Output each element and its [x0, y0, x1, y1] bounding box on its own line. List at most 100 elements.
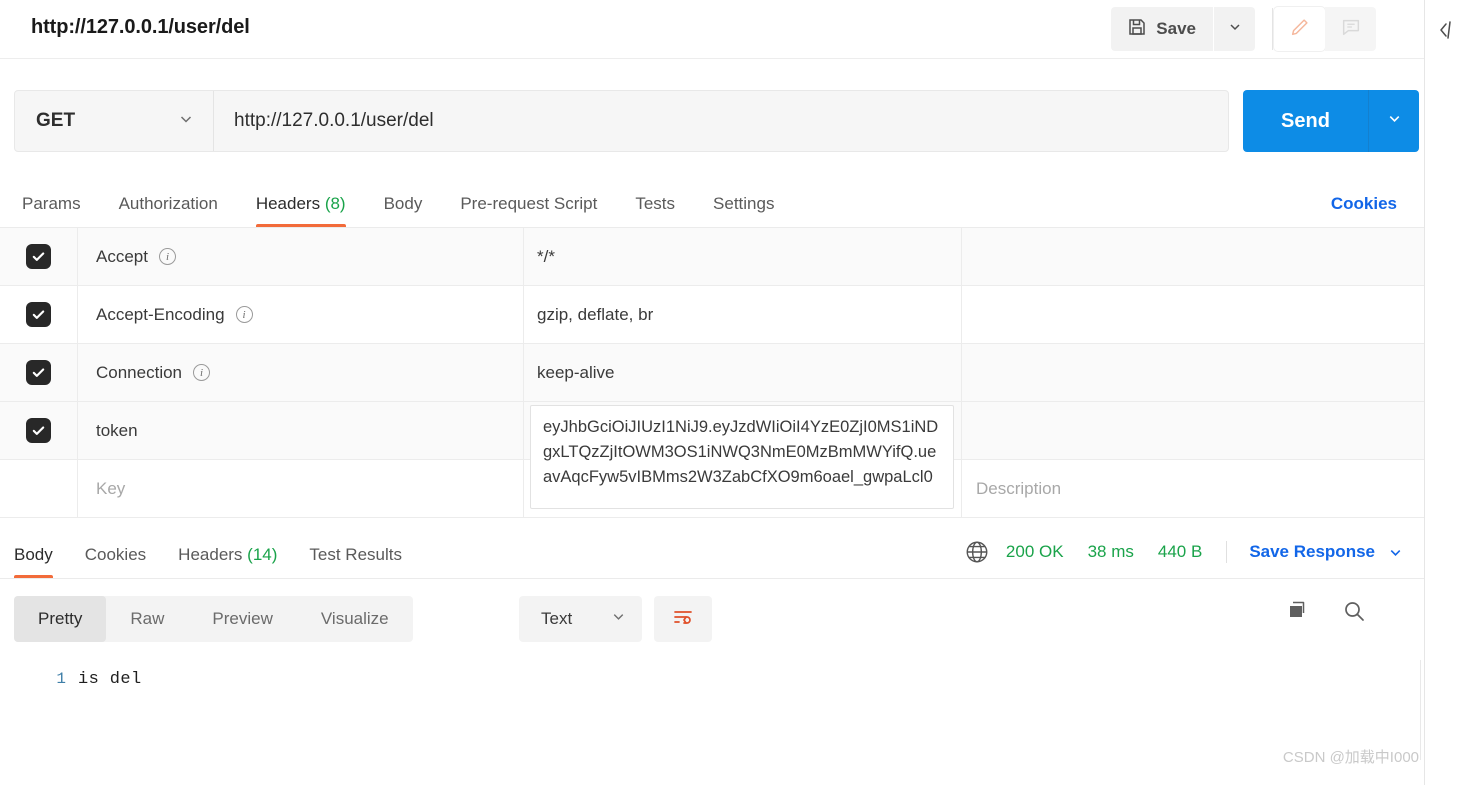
tab-label: Body	[383, 194, 423, 213]
info-icon[interactable]: i	[193, 364, 211, 381]
row-checkbox-cell	[0, 402, 78, 459]
tab-count: (14)	[247, 545, 278, 564]
headers-table: Accept i */* Accept-Encoding i gzip, def…	[0, 228, 1424, 522]
body-view-switcher: Pretty Raw Preview Visualize	[14, 596, 413, 642]
header-value-cell[interactable]: eyJhbGciOiJIUzI1NiJ9.eyJzdWIiOiI4YzE0ZjI…	[524, 402, 962, 509]
body-tools	[1281, 596, 1371, 630]
response-body-viewer[interactable]: 1 is del	[0, 659, 1424, 785]
view-pretty-button[interactable]: Pretty	[14, 596, 107, 642]
header-description-cell[interactable]	[962, 344, 1424, 401]
tab-label: Headers	[178, 545, 243, 564]
status-badge: 200 OK	[1005, 542, 1064, 561]
line-content: is del	[78, 670, 142, 689]
header-description-cell[interactable]	[962, 286, 1424, 343]
header-description-cell[interactable]	[962, 402, 1424, 459]
copy-button[interactable]	[1281, 596, 1315, 630]
tab-pre-request-script[interactable]: Pre-request Script	[441, 194, 616, 227]
header-key-cell[interactable]: Accept i	[78, 228, 524, 285]
new-header-description-cell[interactable]: Description	[962, 460, 1424, 517]
http-method-select[interactable]: GET	[15, 91, 214, 151]
code-line: 1 is del	[0, 659, 1424, 689]
globe-icon[interactable]	[962, 537, 992, 567]
floppy-disk-icon	[1127, 17, 1147, 42]
tab-label: Authorization	[118, 194, 218, 213]
header-value-cell[interactable]: gzip, deflate, br	[524, 286, 962, 343]
url-input[interactable]	[214, 91, 1228, 151]
comments-button[interactable]	[1325, 7, 1376, 51]
url-row: GET Send	[0, 59, 1424, 176]
tab-response-body[interactable]: Body	[0, 545, 69, 578]
watermark: CSDN @加载中I000	[1282, 749, 1419, 766]
code-snippet-icon[interactable]	[1433, 14, 1465, 46]
line-number: 1	[56, 670, 66, 688]
view-preview-button[interactable]: Preview	[188, 596, 296, 642]
header-key-text: token	[96, 420, 138, 440]
header-value-cell[interactable]: keep-alive	[524, 344, 962, 401]
send-button-label: Send	[1281, 109, 1330, 132]
top-icon-group	[1274, 7, 1376, 51]
view-label: Visualize	[320, 609, 389, 628]
save-button-group: Save	[1111, 7, 1255, 51]
tab-settings[interactable]: Settings	[694, 194, 793, 227]
tab-params[interactable]: Params	[0, 194, 100, 227]
save-button[interactable]: Save	[1111, 7, 1213, 51]
header-key-cell[interactable]: Accept-Encoding i	[78, 286, 524, 343]
chevron-down-icon	[610, 608, 627, 630]
view-label: Pretty	[38, 609, 83, 628]
right-sidebar	[1424, 0, 1477, 785]
response-size: 440 B	[1157, 542, 1203, 561]
row-checkbox[interactable]	[26, 302, 51, 327]
key-placeholder: Key	[96, 478, 126, 498]
search-button[interactable]	[1337, 596, 1371, 630]
save-response-button[interactable]: Save Response	[1249, 542, 1375, 562]
header-description-cell[interactable]	[962, 228, 1424, 285]
table-row: token eyJhbGciOiJIUzI1NiJ9.eyJzdWIiOiI4Y…	[0, 402, 1424, 509]
info-icon[interactable]: i	[235, 306, 253, 323]
view-raw-button[interactable]: Raw	[106, 596, 188, 642]
row-checkbox-cell	[0, 286, 78, 343]
search-icon	[1342, 599, 1366, 628]
header-value-cell[interactable]: */*	[524, 228, 962, 285]
info-icon[interactable]: i	[158, 248, 176, 265]
toolbar-divider	[1272, 8, 1273, 50]
chevron-down-icon[interactable]	[1387, 544, 1404, 561]
save-options-button[interactable]	[1214, 7, 1255, 51]
tab-headers[interactable]: Headers (8)	[237, 194, 365, 227]
cookies-link[interactable]: Cookies	[1331, 194, 1397, 214]
edit-request-button[interactable]	[1274, 7, 1325, 51]
row-checkbox-cell	[0, 344, 78, 401]
response-meta: 200 OK 38 ms 440 B Save Response	[962, 537, 1404, 567]
chevron-down-icon	[1227, 19, 1243, 40]
row-checkbox[interactable]	[26, 418, 51, 443]
new-header-key-cell[interactable]: Key	[78, 460, 524, 517]
header-key-cell[interactable]: Connection i	[78, 344, 524, 401]
response-body-scrollbar[interactable]	[1420, 660, 1421, 760]
row-checkbox[interactable]	[26, 360, 51, 385]
view-visualize-button[interactable]: Visualize	[297, 596, 413, 642]
view-label: Preview	[212, 609, 273, 628]
copy-icon	[1286, 599, 1310, 628]
send-options-button[interactable]	[1368, 90, 1419, 152]
comment-icon	[1340, 16, 1362, 43]
tab-test-results[interactable]: Test Results	[293, 545, 418, 578]
word-wrap-icon	[671, 605, 695, 634]
postman-window: http://127.0.0.1/user/del Save GET http:…	[0, 0, 1477, 785]
send-button[interactable]: Send	[1243, 90, 1368, 152]
header-key-cell[interactable]: token	[78, 402, 524, 459]
header-key-text: Accept	[96, 246, 148, 266]
tab-label: Cookies	[84, 545, 147, 564]
tab-body[interactable]: Body	[365, 194, 442, 227]
table-row: Accept i */*	[0, 228, 1424, 286]
save-button-label: Save	[1156, 19, 1196, 38]
body-format-select[interactable]: Text	[519, 596, 642, 642]
row-checkbox[interactable]	[26, 244, 51, 269]
token-value-editor[interactable]: eyJhbGciOiJIUzI1NiJ9.eyJzdWIiOiI4YzE0ZjI…	[530, 405, 954, 509]
word-wrap-button[interactable]	[654, 596, 712, 642]
tab-response-headers[interactable]: Headers (14)	[162, 545, 293, 578]
tab-tests[interactable]: Tests	[616, 194, 694, 227]
response-body-toolbar: Pretty Raw Preview Visualize Text	[0, 579, 1424, 659]
tab-authorization[interactable]: Authorization	[100, 194, 237, 227]
tab-response-cookies[interactable]: Cookies	[69, 545, 162, 578]
request-tabs: Params Authorization Headers (8) Body Pr…	[0, 176, 1424, 228]
pencil-icon	[1289, 16, 1311, 43]
